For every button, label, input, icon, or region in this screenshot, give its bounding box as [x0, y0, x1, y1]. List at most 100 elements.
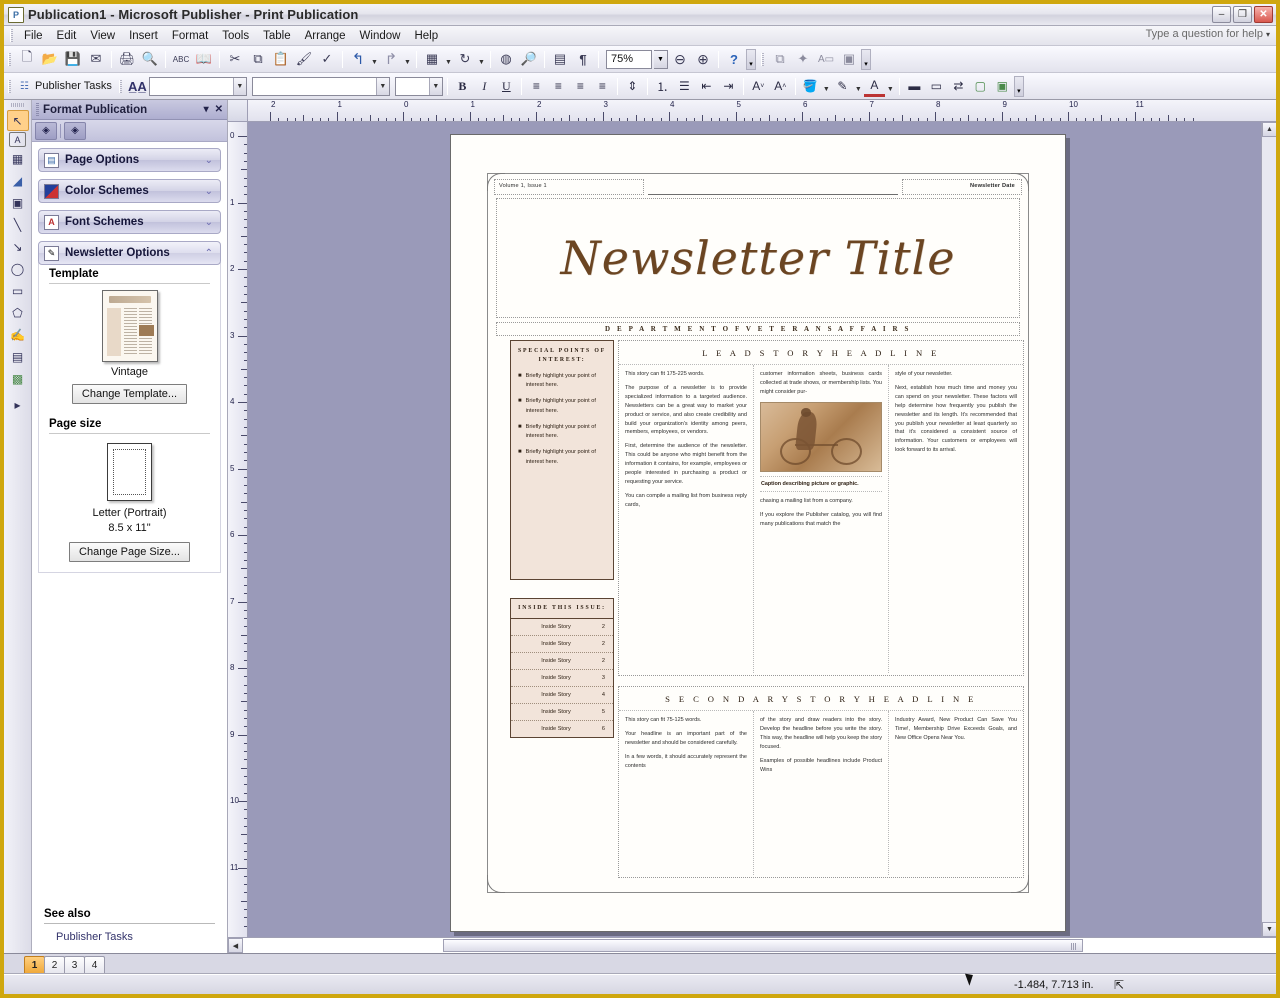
scroll-left-icon[interactable]: ◀	[228, 938, 243, 953]
newsletter-title-frame[interactable]: Newsletter Title	[496, 198, 1020, 318]
menu-table[interactable]: Table	[256, 28, 298, 44]
style-dropdown-icon[interactable]: ▼	[232, 77, 246, 95]
style-icon[interactable]: A̲A̲	[127, 76, 148, 97]
standard-toolbar-grip[interactable]	[8, 52, 11, 66]
zoom-input[interactable]: 75%	[606, 49, 652, 69]
close-button[interactable]: ✕	[1254, 6, 1273, 23]
autoshapes-tool[interactable]: ⬠	[7, 302, 29, 323]
secondary-story-column-2[interactable]: of the story and draw readers into the s…	[754, 711, 889, 875]
italic-button[interactable]: I	[474, 76, 495, 97]
sidebar-item-color-schemes[interactable]: Color Schemes ⌄	[38, 179, 221, 203]
change-page-size-button[interactable]: Change Page Size...	[69, 541, 190, 562]
spelling-icon[interactable]: ABC	[170, 49, 192, 70]
email-icon[interactable]: ✉	[85, 49, 107, 70]
sidebar-item-page-options[interactable]: ▤ Page Options ⌄	[38, 148, 221, 172]
horizontal-scroll-track[interactable]	[243, 938, 1276, 953]
design-checker-icon[interactable]: ◍	[495, 49, 517, 70]
line-style-button[interactable]: ▬	[904, 76, 925, 97]
fill-color-button[interactable]: 🪣	[800, 76, 821, 97]
form-control-tool[interactable]: ▤	[7, 346, 29, 367]
wordart-tool[interactable]: ◢	[7, 170, 29, 191]
text-box-tool[interactable]: A	[9, 132, 26, 147]
help-icon[interactable]: ?	[723, 49, 745, 70]
lead-story-block[interactable]: L E A D S T O R Y H E A D L I N E This s…	[618, 340, 1024, 676]
vertical-ruler[interactable]: 0 1 2 3 4 5 6 7 8 9 10 11	[228, 122, 248, 937]
secondary-story-column-1[interactable]: This story can fit 75-125 words. Your he…	[619, 711, 754, 875]
chevron-down-icon[interactable]: ▾	[204, 104, 209, 115]
toolbar-overflow-icon[interactable]: ▾	[746, 48, 756, 70]
page-tab-2[interactable]: 2	[44, 956, 65, 973]
picture-frame-icon[interactable]: ▣	[838, 49, 860, 70]
font-dropdown-icon[interactable]: ▼	[375, 77, 389, 95]
special-characters-icon[interactable]: ▤	[549, 49, 571, 70]
chevron-down-icon[interactable]: ⌄	[205, 217, 213, 228]
align-left-button[interactable]: ≡	[526, 76, 547, 97]
object-position-icon[interactable]: ⇱	[1114, 978, 1124, 992]
arrow-style-button[interactable]: ⇄	[948, 76, 969, 97]
chevron-down-icon[interactable]: ⌄	[205, 155, 213, 166]
shadow-style-button[interactable]: ▢	[970, 76, 991, 97]
copy-icon[interactable]: ⧉	[247, 49, 269, 70]
horizontal-ruler[interactable]: 2 1 0 1 2 3 4 5 6 7 8 9 10 11	[248, 100, 1276, 122]
zoom-dropdown-icon[interactable]: ▼	[654, 49, 668, 69]
menu-view[interactable]: View	[83, 28, 122, 44]
chevron-up-icon[interactable]: ⌃	[205, 248, 213, 259]
insert-table-tool[interactable]: ▦	[7, 148, 29, 169]
sidebar-item-newsletter-options[interactable]: ✎ Newsletter Options ⌃	[38, 241, 221, 265]
volume-issue-textbox[interactable]: Volume 1, Issue 1	[494, 179, 644, 195]
minimize-button[interactable]: –	[1212, 6, 1231, 23]
help-search-box[interactable]: Type a question for help ▾	[1146, 28, 1270, 40]
scroll-up-icon[interactable]: ▲	[1262, 122, 1276, 137]
oval-tool[interactable]: ◯	[7, 258, 29, 279]
research-icon[interactable]: 📖	[193, 49, 215, 70]
print-icon[interactable]: 🖨	[116, 49, 138, 70]
dash-style-button[interactable]: ▭	[926, 76, 947, 97]
line-tool[interactable]: ╲	[7, 214, 29, 235]
bold-button[interactable]: B	[452, 76, 473, 97]
web-preview-icon[interactable]: 🔎	[518, 49, 540, 70]
text-box-connect-icon[interactable]: A▭	[815, 49, 837, 70]
arrow-tool[interactable]: ↘	[7, 236, 29, 257]
insert-object-icon[interactable]: ▦	[421, 49, 443, 70]
line-color-button[interactable]: ✎	[832, 76, 853, 97]
font-size-dropdown-icon[interactable]: ▼	[428, 77, 442, 95]
decrease-indent-button[interactable]: ⇤	[696, 76, 717, 97]
secondary-story-column-3[interactable]: Industry Award, New Product Can Save You…	[889, 711, 1023, 875]
select-objects-tool[interactable]: ↖	[6, 110, 29, 131]
objects-toolbar-grip[interactable]	[11, 103, 24, 107]
style-combo[interactable]: ▼	[148, 76, 247, 96]
menu-help[interactable]: Help	[407, 28, 445, 44]
formatting-toolbar-grip[interactable]	[8, 79, 11, 93]
undo-icon[interactable]: ↰	[347, 49, 369, 70]
lead-story-column-1[interactable]: This story can fit 175-225 words. The pu…	[619, 365, 754, 673]
line-spacing-button[interactable]: ⇕	[622, 76, 643, 97]
rectangle-tool[interactable]: ▭	[7, 280, 29, 301]
zoom-out-icon[interactable]: ⊖	[669, 49, 691, 70]
vertical-scrollbar[interactable]: ▲ ▼	[1261, 122, 1276, 937]
document-canvas[interactable]: Volume 1, Issue 1 Newsletter Date Newsle…	[248, 122, 1276, 937]
font-size-combo[interactable]: ▼	[394, 76, 443, 96]
page-tab-1[interactable]: 1	[24, 956, 45, 973]
insert-object-dropdown-icon[interactable]: ▼	[444, 49, 453, 70]
menu-file[interactable]: File	[17, 28, 50, 44]
font-color-dropdown-icon[interactable]: ▼	[886, 76, 895, 97]
restore-button[interactable]: ❐	[1233, 6, 1252, 23]
3d-style-button[interactable]: ▣	[992, 76, 1013, 97]
scroll-down-icon[interactable]: ▼	[1262, 922, 1276, 937]
justify-button[interactable]: ≡	[592, 76, 613, 97]
menu-edit[interactable]: Edit	[50, 28, 84, 44]
open-icon[interactable]: 📂	[39, 49, 61, 70]
paste-icon[interactable]: 📋	[270, 49, 292, 70]
page-sheet[interactable]: Volume 1, Issue 1 Newsletter Date Newsle…	[450, 134, 1066, 932]
template-preview[interactable]: Vintage	[43, 290, 216, 378]
clear-formatting-icon[interactable]: ✓	[316, 49, 338, 70]
picture-frame-tool[interactable]: ▣	[7, 192, 29, 213]
publisher-tasks-button[interactable]: ☷ Publisher Tasks	[16, 78, 118, 95]
decrease-font-button[interactable]: A ˅	[748, 76, 769, 97]
horizontal-scroll-thumb[interactable]	[443, 939, 1083, 952]
rotate-dropdown-icon[interactable]: ▼	[477, 49, 486, 70]
new-icon[interactable]: 🗋	[16, 49, 38, 70]
menu-format[interactable]: Format	[165, 28, 215, 44]
task-pane-grip[interactable]	[36, 103, 39, 116]
fmt-grip2[interactable]	[118, 79, 122, 93]
